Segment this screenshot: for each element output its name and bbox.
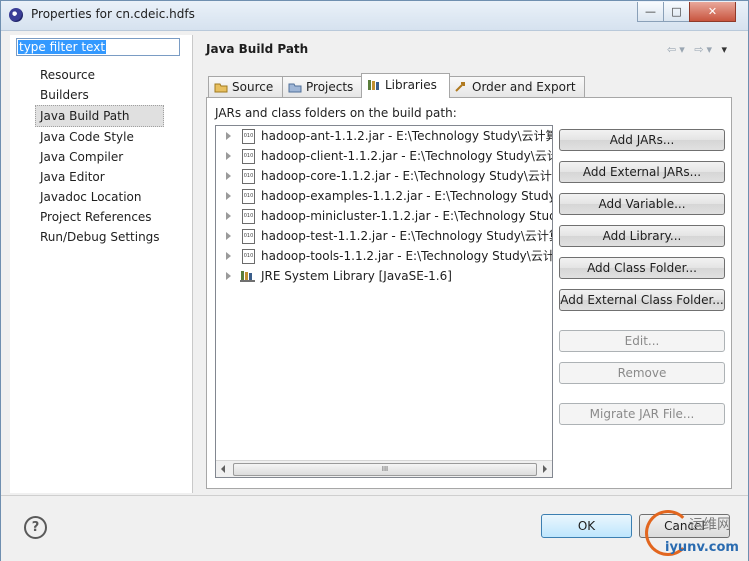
nav-item-java-compiler[interactable]: Java Compiler (36, 147, 164, 167)
nav-item-java-code-style[interactable]: Java Code Style (36, 127, 164, 147)
build-path-section-label: JARs and class folders on the build path… (215, 106, 457, 120)
filter-text: type filter text (18, 40, 107, 54)
expand-arrow-icon[interactable] (226, 172, 231, 180)
add-class-folder-button[interactable]: Add Class Folder... (559, 257, 725, 279)
add-library-button[interactable]: Add Library... (559, 225, 725, 247)
forward-dropdown-icon[interactable]: ▾ (706, 43, 715, 56)
page-nav-controls: ⇦▾ ⇨▾ ▾ (667, 43, 730, 56)
library-row[interactable]: 010 hadoop-ant-1.1.2.jar - E:\Technology… (216, 126, 552, 146)
dialog-footer: ? OK Cancel 运维网 iyunv.com (1, 495, 748, 561)
jar-icon: 010 (242, 249, 255, 264)
nav-item-java-editor[interactable]: Java Editor (36, 167, 164, 187)
page-title: Java Build Path (206, 42, 309, 56)
build-path-page: Java Build Path ⇦▾ ⇨▾ ▾ Source Projects … (194, 35, 740, 493)
library-row[interactable]: 010 hadoop-minicluster-1.1.2.jar - E:\Te… (216, 206, 552, 226)
migrate-jar-file-button[interactable]: Migrate JAR File... (559, 403, 725, 425)
back-dropdown-icon[interactable]: ▾ (679, 43, 688, 56)
library-label: hadoop-ant-1.1.2.jar - E:\Technology Stu… (261, 129, 552, 143)
minimize-button[interactable]: — (637, 2, 664, 22)
library-label: hadoop-test-1.1.2.jar - E:\Technology St… (261, 229, 552, 243)
expand-arrow-icon[interactable] (226, 192, 231, 200)
filter-input[interactable]: type filter text (16, 38, 180, 56)
library-label: hadoop-examples-1.1.2.jar - E:\Technolog… (261, 189, 552, 203)
jar-icon: 010 (242, 169, 255, 184)
jar-icon: 010 (242, 189, 255, 204)
nav-item-javadoc-location[interactable]: Javadoc Location (36, 187, 164, 207)
library-row[interactable]: 010 hadoop-examples-1.1.2.jar - E:\Techn… (216, 186, 552, 206)
scrollbar-thumb[interactable]: III (233, 463, 537, 476)
nav-item-java-build-path[interactable]: Java Build Path (35, 105, 164, 127)
tab-order-export-label: Order and Export (472, 80, 576, 94)
library-label: JRE System Library [JavaSE-1.6] (261, 269, 452, 283)
library-label: hadoop-tools-1.1.2.jar - E:\Technology S… (261, 249, 552, 263)
tab-projects-label: Projects (306, 80, 354, 94)
watermark-url-text: iyunv.com (665, 540, 739, 555)
expand-arrow-icon[interactable] (226, 132, 231, 140)
jar-icon: 010 (242, 229, 255, 244)
maximize-button[interactable]: □ (663, 2, 690, 22)
projects-icon (288, 79, 302, 93)
tab-order-and-export[interactable]: Order and Export (448, 76, 585, 97)
source-folder-icon (214, 79, 228, 93)
title-bar: Properties for cn.cdeic.hdfs — □ ✕ (1, 1, 748, 31)
libraries-icon (367, 76, 381, 90)
nav-item-run-debug-settings[interactable]: Run/Debug Settings (36, 227, 164, 247)
forward-arrow-icon[interactable]: ⇨ (694, 43, 706, 56)
watermark-cn-text: 运维网 (689, 517, 731, 533)
remove-button[interactable]: Remove (559, 362, 725, 384)
tab-libraries-label: Libraries (385, 78, 437, 92)
properties-dialog: Properties for cn.cdeic.hdfs — □ ✕ type … (0, 0, 749, 561)
view-menu-icon[interactable]: ▾ (721, 43, 730, 56)
order-export-icon (454, 79, 468, 92)
library-icon (240, 271, 255, 282)
ok-button[interactable]: OK (541, 514, 632, 538)
tab-source[interactable]: Source (208, 76, 283, 97)
expand-arrow-icon[interactable] (226, 212, 231, 220)
expand-arrow-icon[interactable] (226, 252, 231, 260)
jar-icon: 010 (242, 129, 255, 144)
window-title: Properties for cn.cdeic.hdfs (31, 7, 195, 21)
tab-projects[interactable]: Projects (282, 76, 363, 97)
add-jars-button[interactable]: Add JARs... (559, 129, 725, 151)
edit-button[interactable]: Edit... (559, 330, 725, 352)
scroll-left-icon[interactable] (221, 465, 225, 473)
tab-libraries[interactable]: Libraries (361, 73, 450, 98)
eclipse-logo-icon (9, 8, 23, 22)
horizontal-scrollbar[interactable]: III (216, 460, 552, 477)
libraries-tab-content: JARs and class folders on the build path… (206, 97, 732, 489)
back-arrow-icon[interactable]: ⇦ (667, 43, 679, 56)
add-external-class-folder-button[interactable]: Add External Class Folder... (559, 289, 725, 311)
watermark-logo: 运维网 iyunv.com (641, 502, 749, 558)
expand-arrow-icon[interactable] (226, 152, 231, 160)
library-tree[interactable]: 010 hadoop-ant-1.1.2.jar - E:\Technology… (215, 125, 553, 478)
library-row[interactable]: JRE System Library [JavaSE-1.6] (216, 266, 552, 286)
expand-arrow-icon[interactable] (226, 272, 231, 280)
nav-item-resource[interactable]: Resource (36, 65, 164, 85)
close-button[interactable]: ✕ (689, 2, 736, 22)
add-external-jars-button[interactable]: Add External JARs... (559, 161, 725, 183)
property-category-list: Resource Builders Java Build Path Java C… (35, 65, 164, 247)
tab-source-label: Source (232, 80, 274, 94)
expand-arrow-icon[interactable] (226, 232, 231, 240)
help-icon[interactable]: ? (24, 516, 47, 539)
library-row[interactable]: 010 hadoop-client-1.1.2.jar - E:\Technol… (216, 146, 552, 166)
category-tree-panel: type filter text Resource Builders Java … (10, 35, 193, 493)
jar-icon: 010 (242, 209, 255, 224)
library-label: hadoop-client-1.1.2.jar - E:\Technology … (261, 149, 552, 163)
library-row[interactable]: 010 hadoop-tools-1.1.2.jar - E:\Technolo… (216, 246, 552, 266)
library-row[interactable]: 010 hadoop-test-1.1.2.jar - E:\Technolog… (216, 226, 552, 246)
jar-icon: 010 (242, 149, 255, 164)
library-label: hadoop-core-1.1.2.jar - E:\Technology St… (261, 169, 552, 183)
library-row[interactable]: 010 hadoop-core-1.1.2.jar - E:\Technolog… (216, 166, 552, 186)
library-label: hadoop-minicluster-1.1.2.jar - E:\Techno… (261, 209, 552, 223)
nav-item-project-references[interactable]: Project References (36, 207, 164, 227)
nav-item-builders[interactable]: Builders (36, 85, 164, 105)
scroll-right-icon[interactable] (543, 465, 547, 473)
add-variable-button[interactable]: Add Variable... (559, 193, 725, 215)
